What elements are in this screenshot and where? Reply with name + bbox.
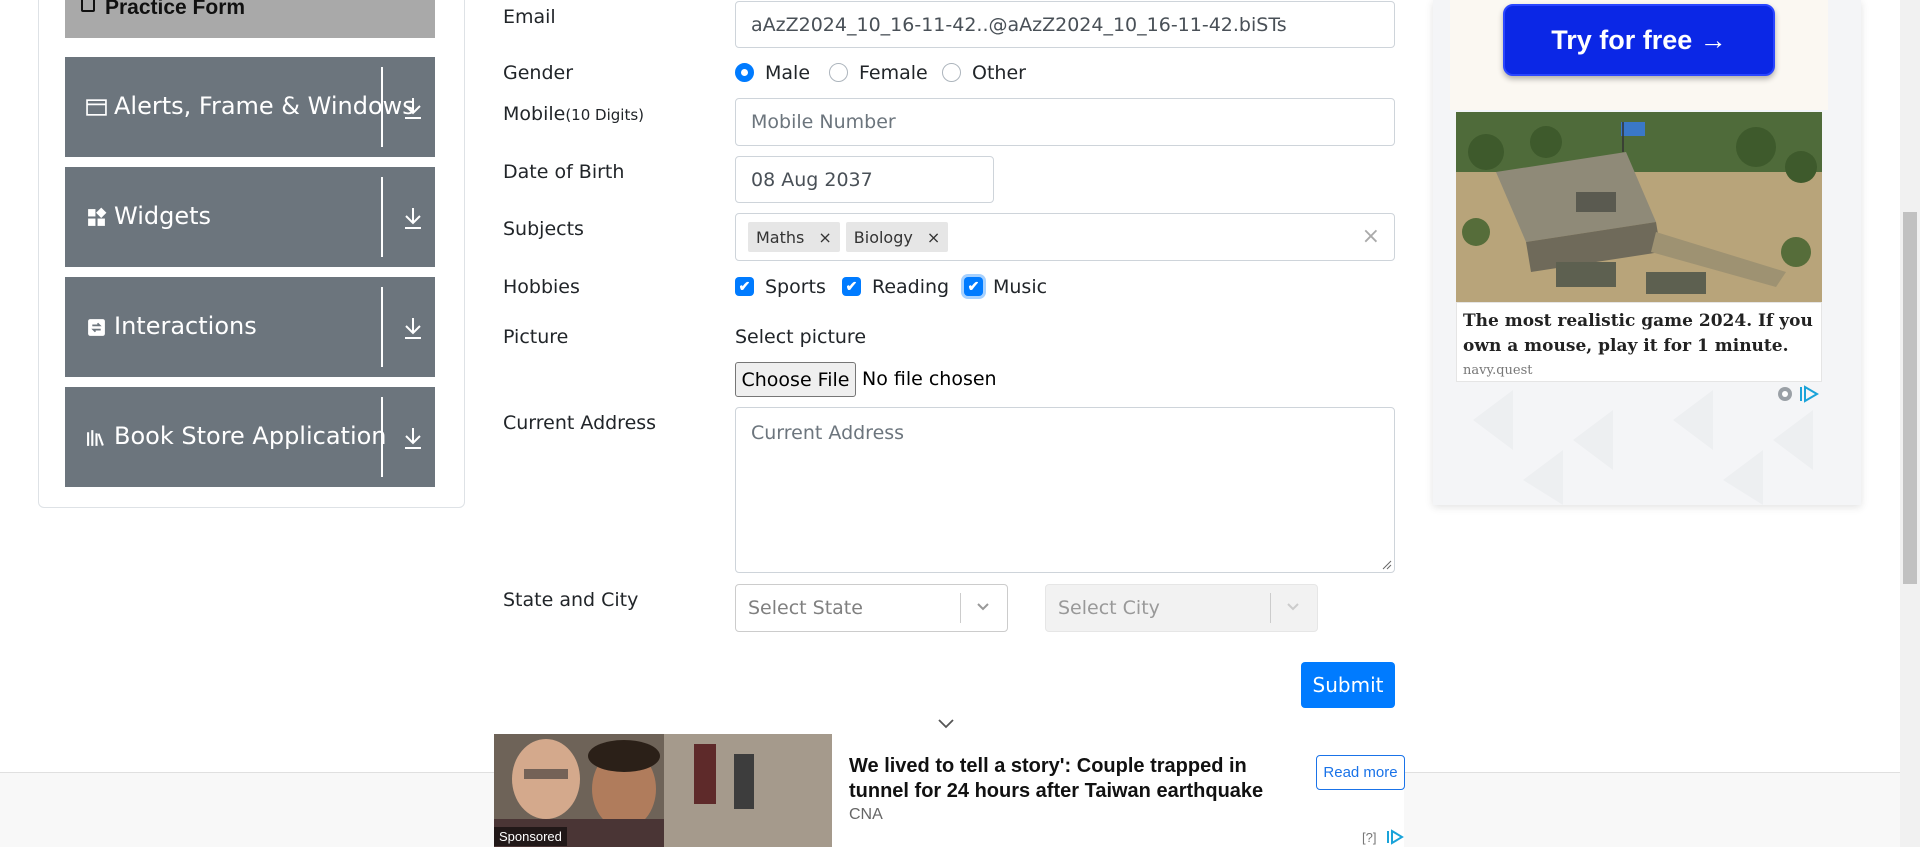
try-for-free-button[interactable]: Try for free → [1503, 4, 1775, 76]
divider [381, 397, 383, 477]
sponsored-badge: Sponsored [494, 827, 567, 846]
remove-chip-icon[interactable]: × [810, 228, 839, 247]
ad-help-link[interactable]: [?] [1362, 830, 1376, 845]
state-placeholder: Select State [748, 597, 863, 619]
current-address-textarea[interactable]: Current Address [735, 407, 1395, 573]
adchoices-icon[interactable] [1385, 829, 1405, 845]
news-ad-title[interactable]: We lived to tell a story': Couple trappe… [849, 754, 1279, 804]
subject-chip-maths: Maths × [748, 222, 840, 252]
mobile-placeholder: Mobile Number [751, 111, 896, 133]
hobby-label[interactable]: Sports [765, 276, 826, 298]
books-icon [87, 430, 104, 446]
city-placeholder: Select City [1058, 597, 1160, 619]
subjects-label: Subjects [503, 218, 584, 240]
interactions-icon [88, 319, 105, 336]
mobile-hint: (10 Digits) [565, 106, 644, 124]
download-icon[interactable] [401, 425, 425, 451]
select-separator [960, 593, 961, 623]
news-ad-source: CNA [849, 806, 883, 823]
download-icon[interactable] [401, 95, 425, 121]
email-label: Email [503, 6, 556, 28]
submit-button[interactable]: Submit [1301, 662, 1395, 708]
state-select[interactable]: Select State [735, 584, 1008, 632]
game-ad-source: navy.quest [1463, 363, 1533, 378]
download-icon[interactable] [401, 205, 425, 231]
subjects-input[interactable]: Maths × Biology × × [735, 213, 1395, 261]
state-city-label: State and City [503, 589, 639, 611]
address-placeholder: Current Address [751, 422, 905, 444]
chip-label: Biology [853, 227, 913, 247]
sidebar-group-title: Book Store Application [114, 422, 387, 450]
sidebar-group-title: Widgets [114, 202, 212, 230]
hobby-label[interactable]: Music [993, 276, 1047, 298]
adchoices-icon[interactable] [1775, 385, 1823, 403]
divider [381, 287, 383, 367]
chevron-down-icon[interactable] [936, 716, 956, 732]
gender-option-label[interactable]: Other [972, 62, 1026, 84]
hobby-checkbox-music[interactable]: ✔ [964, 277, 983, 296]
sidebar-group-title: Interactions [114, 312, 257, 340]
gender-label: Gender [503, 62, 574, 84]
widgets-icon [88, 207, 107, 226]
chevron-down-icon[interactable] [1285, 599, 1301, 615]
mobile-label: Mobile(10 Digits) [503, 103, 644, 125]
select-separator [1270, 593, 1271, 623]
choose-file-button[interactable]: Choose File [735, 362, 856, 397]
divider [381, 177, 383, 257]
game-ad-image[interactable] [1456, 112, 1822, 302]
resize-handle-icon[interactable] [1382, 560, 1392, 570]
picture-label: Picture [503, 326, 569, 348]
form-icon [81, 0, 95, 12]
email-field[interactable]: aAzZ2024_10_16-11-42..@aAzZ2024_10_16-11… [735, 1, 1395, 48]
game-ad-text: The most realistic game 2024. If you own… [1463, 311, 1813, 356]
subject-chip-biology: Biology × [845, 222, 949, 252]
sidebar-group-book-store[interactable]: Book Store Application [65, 387, 435, 487]
sidebar-group-alerts-frame-windows[interactable]: Alerts, Frame & Windows [65, 57, 435, 157]
mobile-input[interactable]: Mobile Number [735, 98, 1395, 146]
select-picture-label: Select picture [735, 326, 867, 348]
dob-label: Date of Birth [503, 161, 625, 183]
divider [381, 67, 383, 147]
sidebar-item-practice-form[interactable]: Practice Form [65, 0, 435, 38]
mobile-label-text: Mobile [503, 103, 566, 125]
current-address-label: Current Address [503, 412, 657, 434]
sidebar-group-interactions[interactable]: Interactions [65, 277, 435, 377]
chevron-down-icon[interactable] [975, 599, 991, 615]
gender-option-label[interactable]: Male [765, 62, 810, 84]
email-value: aAzZ2024_10_16-11-42..@aAzZ2024_10_16-11… [751, 13, 1287, 36]
window-icon [86, 99, 107, 116]
hobbies-label: Hobbies [503, 276, 580, 298]
read-more-button[interactable]: Read more [1316, 755, 1405, 790]
sidebar-group-title: Alerts, Frame & Windows [114, 92, 415, 120]
sidebar-group-widgets[interactable]: Widgets [65, 167, 435, 267]
sidebar-item-label: Practice Form [105, 0, 246, 19]
remove-chip-icon[interactable]: × [919, 228, 948, 247]
gender-radio-female[interactable] [829, 63, 848, 82]
dob-value: 08 Aug 2037 [751, 168, 873, 191]
gender-radio-male[interactable] [735, 63, 754, 82]
download-icon[interactable] [401, 315, 425, 341]
city-select[interactable]: Select City [1045, 584, 1318, 632]
hobby-checkbox-sports[interactable]: ✔ [735, 277, 754, 296]
gender-option-label[interactable]: Female [859, 62, 928, 84]
chip-label: Maths [756, 227, 805, 247]
game-ad-caption[interactable]: The most realistic game 2024. If you own… [1456, 302, 1822, 382]
gender-radio-other[interactable] [942, 63, 961, 82]
file-status: No file chosen [862, 368, 997, 390]
hobby-label[interactable]: Reading [872, 276, 949, 298]
hobby-checkbox-reading[interactable]: ✔ [842, 277, 861, 296]
clear-all-icon[interactable]: × [1362, 224, 1380, 249]
date-of-birth-input[interactable]: 08 Aug 2037 [735, 156, 994, 203]
scrollbar-thumb[interactable] [1903, 212, 1917, 584]
